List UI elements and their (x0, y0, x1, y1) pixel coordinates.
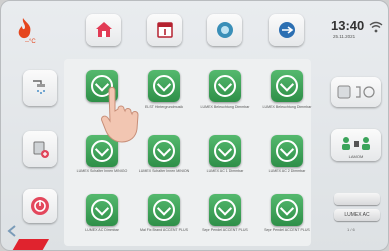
wifi-icon (369, 20, 383, 33)
thermostat-icon (337, 85, 375, 99)
arrows-tile[interactable] (269, 14, 304, 46)
device-label-4: LUMEX Beleuchtung Dimmbar (262, 105, 312, 109)
device-button-3[interactable] (209, 70, 241, 102)
home-tile[interactable] (86, 14, 121, 46)
device-label-9: LUMEX AC Dimmbar (85, 228, 119, 232)
device-button-2[interactable] (148, 70, 180, 102)
device-label-2: ELST Hintergrundmusik (144, 105, 184, 109)
device-button-12[interactable] (271, 194, 303, 226)
hand-pointer-icon (99, 81, 143, 147)
power-icon (31, 197, 49, 215)
device-button-6[interactable] (148, 135, 180, 167)
device-label-5: LUMEX Schalter Innen MINIGO (76, 169, 128, 173)
arrows-icon (278, 22, 295, 38)
back-arrow-icon[interactable] (5, 224, 19, 238)
device-button-11[interactable] (209, 194, 241, 226)
device-button-7[interactable] (209, 135, 241, 167)
calendar-icon (156, 22, 173, 38)
device-button-10[interactable] (148, 194, 180, 226)
camera-tile[interactable] (207, 14, 242, 46)
device-label-3: LUMEX Beleuchtung Dimmbar (200, 105, 250, 109)
device-button-4[interactable] (271, 70, 303, 102)
clock: 13:40 (331, 18, 365, 33)
camera-icon (216, 22, 233, 38)
thermostat-tile[interactable] (331, 77, 381, 107)
shower-tile[interactable] (23, 70, 57, 106)
page-indicator: 1 / 6 (347, 227, 355, 232)
device-label-7: LUMEX AC 1 Dimmbar (206, 169, 244, 173)
washbasin-icon (33, 141, 49, 158)
lumex-ac-button[interactable]: LUMEX AC (334, 209, 380, 221)
washbasin-tile[interactable] (23, 131, 57, 167)
device-label-10: Mal Fix Brand ACCENT PLUS (139, 228, 189, 232)
device-screen: --°C 13:40 25.11.2021 ELST Hintergrundmu… (0, 0, 389, 251)
device-label-8: LUMEX AC 2 Dimmbar (268, 169, 306, 173)
home-icon (95, 22, 112, 37)
svg-text:--°C: --°C (25, 39, 36, 45)
users-tile[interactable]: LAMOM (331, 129, 381, 161)
device-button-8[interactable] (271, 135, 303, 167)
corner-marker (10, 239, 50, 250)
flame-icon[interactable]: --°C (11, 15, 41, 45)
power-tile[interactable] (23, 189, 57, 223)
scroll-up-button[interactable] (334, 193, 380, 205)
shower-icon (33, 80, 45, 94)
date: 25.11.2021 (333, 34, 356, 39)
device-label-12: Sepr Pendel ACCENT PLUS (264, 228, 310, 232)
device-button-9[interactable] (86, 194, 118, 226)
device-label-11: Sepr Pendel ACCENT PLUS (202, 228, 248, 232)
device-label-6: LUMEX Schalter Innen MINION (138, 169, 190, 173)
calendar-tile[interactable] (147, 14, 182, 46)
users-label: LAMOM (348, 154, 364, 159)
